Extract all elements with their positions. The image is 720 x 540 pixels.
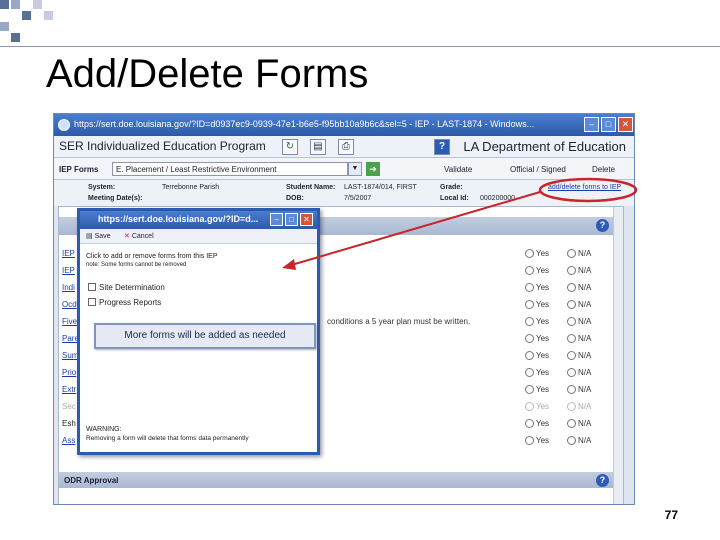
annotation-overlay: [282, 177, 638, 270]
annotation-arrowhead: [282, 259, 296, 270]
annotation-arrow-line: [287, 191, 541, 267]
page-number: 77: [664, 508, 678, 522]
highlight-ellipse: [538, 177, 638, 203]
